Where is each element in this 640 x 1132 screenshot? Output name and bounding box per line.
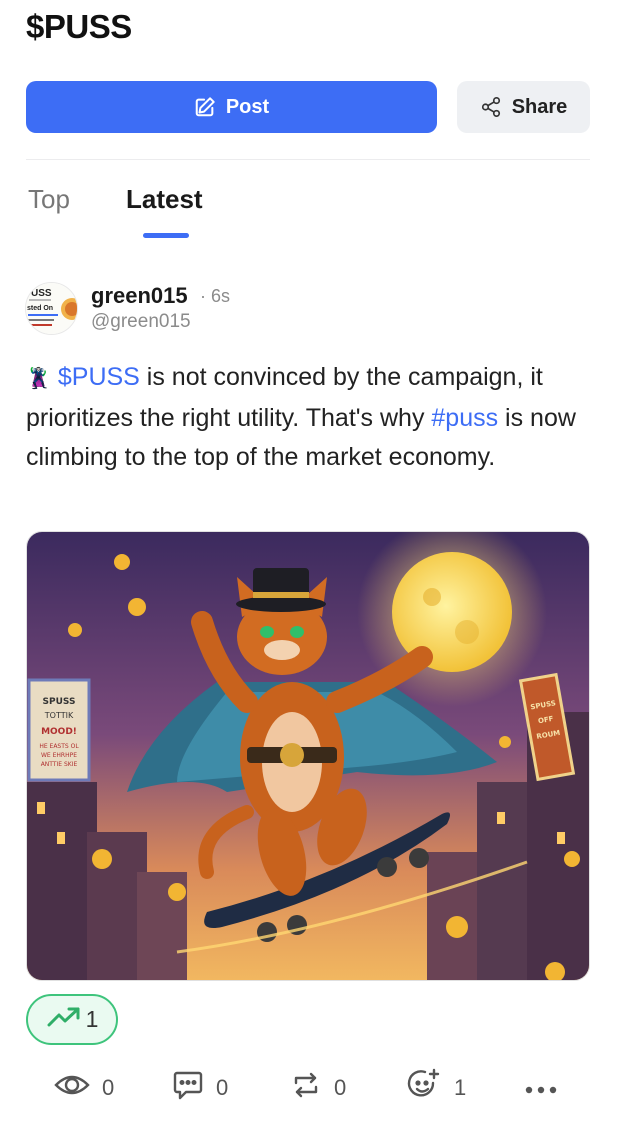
tab-latest[interactable]: Latest	[126, 184, 203, 215]
reaction-action[interactable]: 1	[406, 1068, 466, 1108]
post-button[interactable]: Post	[26, 81, 437, 133]
author-name[interactable]: green015	[91, 283, 188, 309]
avatar-text-1: USS	[31, 288, 52, 299]
avatar[interactable]: USS sted On	[25, 282, 78, 335]
sign-left-line6: ANTTIE SKIE	[41, 761, 78, 768]
more-options-button[interactable]	[524, 1068, 558, 1108]
repost-action[interactable]: 0	[290, 1068, 346, 1108]
eye-icon	[54, 1071, 90, 1105]
cashtag-link[interactable]: $PUSS	[58, 363, 140, 391]
hashtag-link[interactable]: #puss	[431, 404, 498, 432]
divider	[26, 159, 590, 160]
views-count: 0	[102, 1075, 115, 1100]
comment-icon	[172, 1069, 204, 1107]
views-action[interactable]: 0	[54, 1068, 114, 1108]
avatar-text-2: sted On	[27, 305, 53, 312]
comment-action[interactable]: 0	[172, 1068, 228, 1108]
villain-emoji: 🦹	[26, 368, 51, 390]
share-button[interactable]: Share	[457, 81, 590, 133]
repost-icon	[290, 1069, 322, 1107]
sign-left-line2: TOTTIK	[44, 711, 74, 720]
post-button-label: Post	[225, 95, 270, 118]
edit-icon	[194, 96, 216, 118]
author-handle[interactable]: @green015	[91, 311, 191, 333]
share-button-label: Share	[511, 95, 568, 118]
trending-count: 1	[85, 1006, 99, 1032]
post-time: · 6s	[200, 286, 231, 306]
post-text: 🦹 $PUSS is not convinced by the campaign…	[26, 358, 596, 477]
trending-up-icon	[46, 1005, 82, 1035]
sign-left-line1: SPUSS	[43, 697, 76, 707]
active-tab-indicator	[143, 233, 189, 238]
sign-left-line3: MOOD!	[41, 727, 77, 737]
share-icon	[480, 96, 502, 118]
reposts-count: 0	[334, 1075, 347, 1100]
reactions-count: 1	[454, 1075, 467, 1100]
more-icon	[524, 1075, 558, 1101]
tab-top[interactable]: Top	[28, 184, 70, 215]
sign-left-line5: WE EHRHPE	[41, 752, 77, 759]
add-reaction-icon	[406, 1067, 442, 1109]
comments-count: 0	[216, 1075, 229, 1100]
sign-left-line4: HE EASTS OL	[39, 743, 79, 750]
post-image[interactable]: SPUSS TOTTIK MOOD! HE EASTS OL WE EHRHPE…	[26, 531, 590, 981]
trending-badge[interactable]: 1	[26, 994, 118, 1045]
page-title: $PUSS	[26, 8, 132, 45]
